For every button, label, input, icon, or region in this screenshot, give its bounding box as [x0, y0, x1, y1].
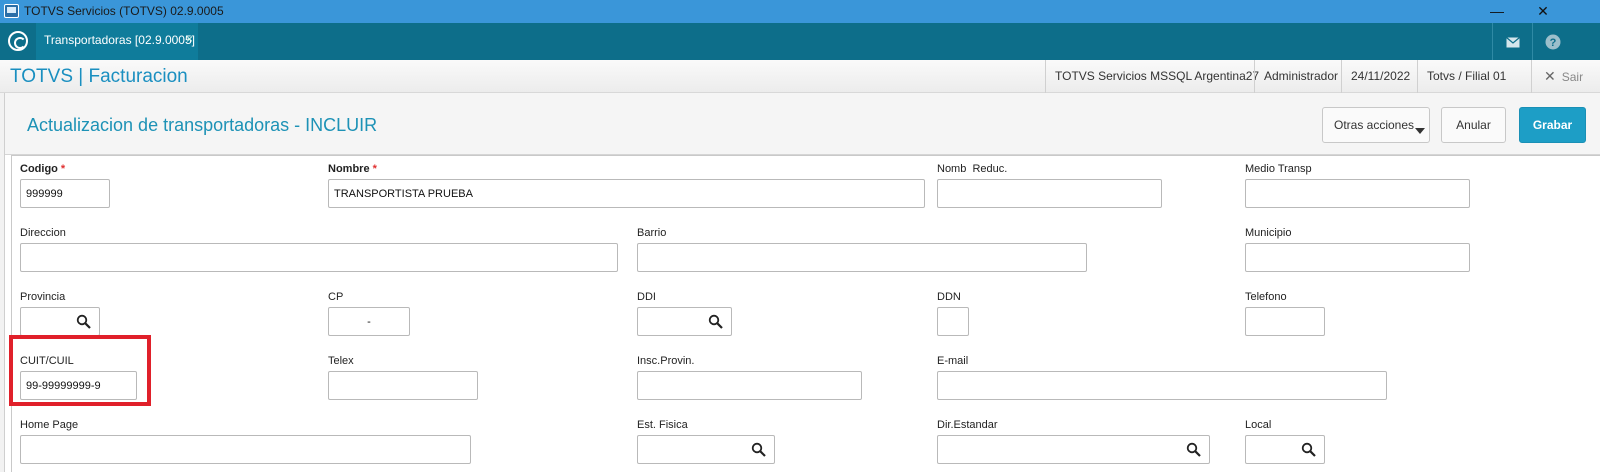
dir-estandar-label: Dir.Estandar — [937, 419, 998, 431]
tab-label: Transportadoras [02.9.0005] — [44, 33, 195, 47]
local-input[interactable] — [1245, 435, 1325, 464]
nombre-input[interactable]: TRANSPORTISTA PRUEBA — [328, 179, 925, 208]
est-fisica-label: Est. Fisica — [637, 419, 688, 431]
server-info: TOTVS Servicios MSSQL Argentina27 — [1045, 60, 1268, 93]
mail-icon[interactable] — [1492, 23, 1532, 60]
branch-info: Totvs / Filial 01 — [1417, 60, 1515, 93]
direccion-label: Direccion — [20, 227, 66, 239]
medio-transp-input[interactable] — [1245, 179, 1470, 208]
window-title: TOTVS Servicios (TOTVS) 02.9.0005 — [24, 4, 224, 18]
municipio-label: Municipio — [1245, 227, 1292, 239]
tab-transportadoras[interactable]: Transportadoras [02.9.0005] × — [36, 23, 198, 60]
totvs-menu-icon[interactable] — [8, 31, 28, 51]
codigo-label: Codigo * — [20, 163, 66, 175]
chevron-down-icon — [1415, 128, 1425, 134]
search-icon[interactable] — [76, 314, 92, 330]
user-info: Administrador — [1254, 60, 1347, 93]
app-icon — [4, 4, 19, 18]
page-title: Actualizacion de transportadoras - INCLU… — [27, 115, 378, 135]
search-icon[interactable] — [1186, 442, 1202, 458]
brand-title: TOTVS | Facturacion — [10, 66, 188, 87]
help-icon[interactable]: ? — [1532, 23, 1572, 60]
provincia-label: Provincia — [20, 291, 66, 303]
cp-label: CP — [328, 291, 344, 303]
exit-button[interactable]: ✕ Sair — [1531, 60, 1592, 93]
search-icon[interactable] — [708, 314, 724, 330]
tab-close-icon[interactable]: × — [186, 32, 193, 46]
date-info: 24/11/2022 — [1341, 60, 1419, 93]
telex-input[interactable] — [328, 371, 478, 400]
medio-transp-label: Medio Transp — [1245, 163, 1312, 175]
ddn-input[interactable] — [937, 307, 969, 336]
email-label: E-mail — [937, 355, 969, 367]
home-page-input[interactable] — [20, 435, 471, 464]
exit-label: Sair — [1561, 70, 1584, 84]
highlight-annotation — [9, 335, 151, 406]
provincia-input[interactable] — [20, 307, 100, 336]
nomb-reduc-label: Nomb Reduc. — [937, 163, 1008, 175]
other-actions-label: Otras acciones — [1334, 118, 1415, 132]
page-header: Actualizacion de transportadoras - INCLU… — [5, 93, 1600, 155]
search-icon[interactable] — [751, 442, 767, 458]
close-window-button[interactable]: ✕ — [1520, 0, 1566, 23]
telex-label: Telex — [328, 355, 354, 367]
email-input[interactable] — [937, 371, 1387, 400]
form-area: Codigo * 999999 Nombre * TRANSPORTISTA PRU… — [11, 155, 1600, 472]
main-panel: Actualizacion de transportadoras - INCLU… — [4, 93, 1600, 472]
direccion-input[interactable] — [20, 243, 618, 272]
search-icon[interactable] — [1301, 442, 1317, 458]
close-icon: ✕ — [1544, 68, 1556, 84]
municipio-input[interactable] — [1245, 243, 1470, 272]
ddi-label: DDI — [637, 291, 656, 303]
svg-text:?: ? — [1549, 37, 1556, 49]
barrio-label: Barrio — [637, 227, 667, 239]
home-page-label: Home Page — [20, 419, 79, 431]
cancel-button[interactable]: Anular — [1441, 107, 1506, 143]
save-button[interactable]: Grabar — [1519, 107, 1586, 143]
app-tabbar: Transportadoras [02.9.0005] × ? — [0, 23, 1600, 60]
window-titlebar: TOTVS Servicios (TOTVS) 02.9.0005 — ✕ — [0, 0, 1600, 23]
dir-estandar-input[interactable] — [937, 435, 1210, 464]
insc-provin-input[interactable] — [637, 371, 862, 400]
telefono-label: Telefono — [1245, 291, 1287, 303]
est-fisica-input[interactable] — [637, 435, 775, 464]
ddn-label: DDN — [937, 291, 961, 303]
cp-input[interactable]: - — [328, 307, 410, 336]
app-header: TOTVS | Facturacion TOTVS Servicios MSSQ… — [0, 60, 1600, 93]
nomb-reduc-input[interactable] — [937, 179, 1162, 208]
insc-provin-label: Insc.Provin. — [637, 355, 695, 367]
barrio-input[interactable] — [637, 243, 1087, 272]
other-actions-button[interactable]: Otras acciones — [1322, 107, 1430, 143]
local-label: Local — [1245, 419, 1272, 431]
telefono-input[interactable] — [1245, 307, 1325, 336]
codigo-input[interactable]: 999999 — [20, 179, 110, 208]
ddi-input[interactable] — [637, 307, 732, 336]
nombre-label: Nombre * — [328, 163, 377, 175]
restore-button[interactable] — [1476, 0, 1522, 23]
